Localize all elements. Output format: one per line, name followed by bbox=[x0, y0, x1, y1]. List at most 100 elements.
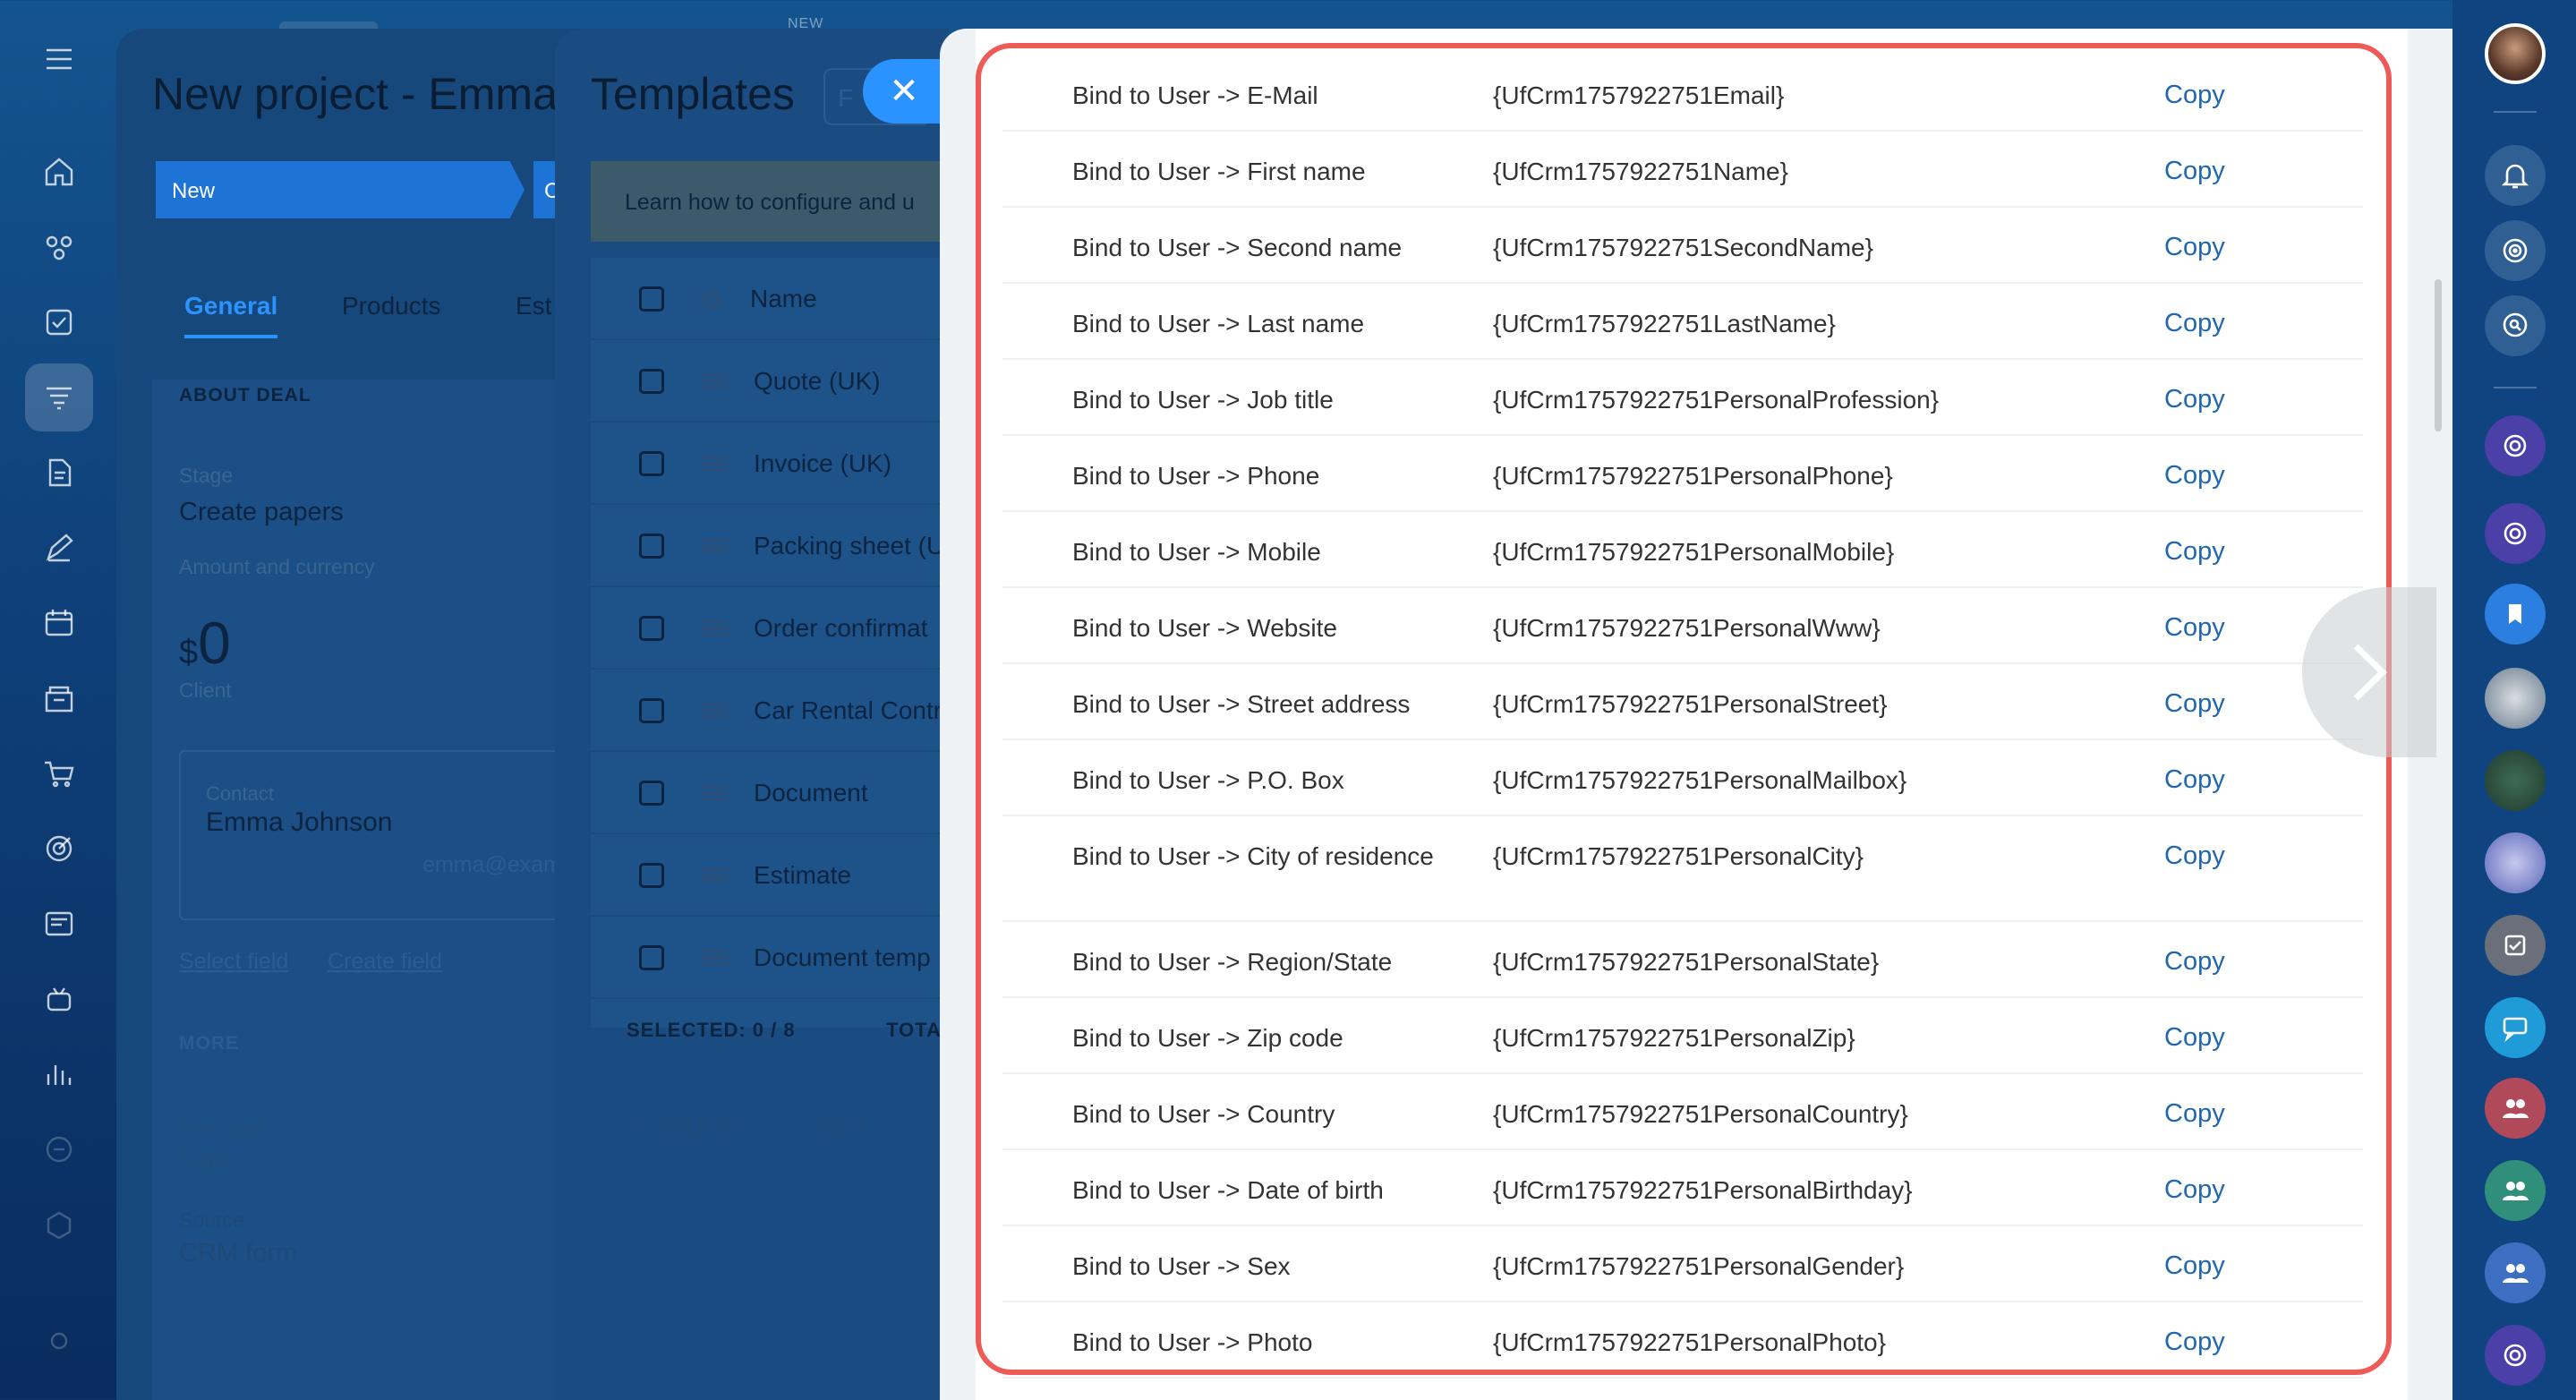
row-checkbox[interactable] bbox=[639, 698, 664, 723]
gear-icon[interactable]: ⚙ bbox=[698, 283, 724, 317]
copy-button[interactable]: Copy bbox=[2164, 309, 2225, 338]
copy-button[interactable]: Copy bbox=[2164, 461, 2225, 491]
row-checkbox[interactable] bbox=[639, 451, 664, 476]
template-name[interactable]: Estimate bbox=[754, 861, 851, 890]
create-field-link[interactable]: Create field bbox=[328, 949, 442, 975]
select-field-link[interactable]: Select field bbox=[179, 949, 288, 975]
row-checkbox[interactable] bbox=[639, 781, 664, 806]
robot-icon[interactable] bbox=[25, 965, 93, 1033]
table-row[interactable]: Document bbox=[591, 752, 949, 834]
template-name[interactable]: Car Rental Contr bbox=[754, 696, 942, 725]
template-name[interactable]: Document temp bbox=[754, 943, 931, 972]
row-checkbox[interactable] bbox=[639, 945, 664, 970]
table-row[interactable]: Document temp bbox=[591, 917, 949, 999]
copy-button[interactable]: Copy bbox=[2164, 1251, 2225, 1281]
user-avatar[interactable] bbox=[2485, 23, 2546, 84]
template-name[interactable]: Order confirmat bbox=[754, 614, 928, 643]
tab-estimates[interactable]: Est bbox=[516, 292, 551, 320]
copy-button[interactable]: Copy bbox=[2164, 1023, 2225, 1053]
sign-icon[interactable] bbox=[25, 514, 93, 582]
box-icon[interactable] bbox=[25, 1191, 93, 1259]
template-name[interactable]: Document bbox=[754, 779, 868, 807]
marketing-icon[interactable] bbox=[25, 1115, 93, 1183]
tab-general[interactable]: General bbox=[184, 292, 277, 320]
analytics-icon[interactable] bbox=[25, 1040, 93, 1108]
copy-button[interactable]: Copy bbox=[2164, 157, 2225, 186]
documents-icon[interactable] bbox=[25, 439, 93, 507]
tasks-icon[interactable] bbox=[25, 288, 93, 356]
menu-icon[interactable] bbox=[25, 25, 93, 93]
target-icon[interactable] bbox=[25, 815, 93, 883]
table-row[interactable]: Estimate bbox=[591, 834, 949, 917]
template-name[interactable]: Packing sheet (U bbox=[754, 532, 944, 560]
table-row[interactable]: Packing sheet (U bbox=[591, 505, 949, 587]
close-button[interactable]: ✕ bbox=[863, 59, 945, 124]
copy-button[interactable]: Copy bbox=[2164, 1327, 2225, 1357]
amount-value[interactable]: $0 bbox=[179, 609, 231, 677]
contact-name[interactable]: Emma Johnson bbox=[206, 807, 392, 838]
chat-search-icon[interactable] bbox=[2485, 295, 2546, 356]
copy-button[interactable]: Copy bbox=[2164, 689, 2225, 719]
calendar-icon[interactable] bbox=[25, 589, 93, 657]
people-icon[interactable] bbox=[2485, 1078, 2546, 1139]
group-avatar[interactable] bbox=[2485, 832, 2546, 893]
delete-button[interactable]: ✕ DELETE bbox=[632, 1117, 738, 1140]
contact-email[interactable]: emma@exam bbox=[422, 852, 562, 878]
templates-hint[interactable]: Learn how to configure and u bbox=[591, 161, 949, 242]
chat-icon[interactable] bbox=[2485, 997, 2546, 1058]
stage-new[interactable]: New bbox=[156, 161, 525, 218]
copy-button[interactable]: Copy bbox=[2164, 81, 2225, 110]
table-row[interactable]: Car Rental Contr bbox=[591, 670, 949, 752]
edit-button[interactable]: ✎ EDIT bbox=[795, 1117, 867, 1140]
drag-handle-icon[interactable] bbox=[702, 539, 729, 553]
row-checkbox[interactable] bbox=[639, 534, 664, 559]
stage-value[interactable]: Create papers bbox=[179, 498, 344, 527]
bell-icon[interactable] bbox=[2485, 145, 2546, 206]
copy-button[interactable]: Copy bbox=[2164, 841, 2225, 871]
table-row[interactable]: Order confirmat bbox=[591, 587, 949, 670]
people-icon[interactable] bbox=[2485, 1160, 2546, 1221]
tab-products[interactable]: Products bbox=[342, 292, 441, 320]
checklist-icon[interactable] bbox=[2485, 915, 2546, 976]
table-row[interactable]: Invoice (UK) bbox=[591, 423, 949, 505]
crm-funnel-icon[interactable] bbox=[25, 363, 93, 431]
row-checkbox[interactable] bbox=[639, 369, 664, 394]
collab-icon[interactable] bbox=[25, 213, 93, 281]
drag-handle-icon[interactable] bbox=[702, 868, 729, 883]
copy-button[interactable]: Copy bbox=[2164, 385, 2225, 414]
drag-handle-icon[interactable] bbox=[702, 704, 729, 718]
store-icon[interactable] bbox=[25, 664, 93, 732]
drag-handle-icon[interactable] bbox=[702, 951, 729, 965]
channel-icon[interactable] bbox=[2485, 503, 2546, 564]
copy-button[interactable]: Copy bbox=[2164, 947, 2225, 977]
bookmark-icon[interactable] bbox=[2485, 584, 2546, 645]
copy-button[interactable]: Copy bbox=[2164, 765, 2225, 795]
row-checkbox[interactable] bbox=[639, 616, 664, 641]
source-value[interactable]: CRM form bbox=[179, 1239, 297, 1268]
settings-icon[interactable] bbox=[25, 1307, 93, 1375]
home-icon[interactable] bbox=[25, 138, 93, 206]
deal-type-value[interactable]: Sales bbox=[179, 1148, 244, 1177]
template-name[interactable]: Invoice (UK) bbox=[754, 449, 891, 478]
table-row[interactable]: Quote (UK) bbox=[591, 340, 949, 423]
drag-handle-icon[interactable] bbox=[702, 786, 729, 800]
copy-button[interactable]: Copy bbox=[2164, 1175, 2225, 1205]
scrollbar[interactable] bbox=[2435, 279, 2442, 431]
inbox-icon[interactable] bbox=[25, 890, 93, 958]
template-name[interactable]: Quote (UK) bbox=[754, 367, 881, 396]
copy-button[interactable]: Copy bbox=[2164, 1099, 2225, 1129]
target-icon[interactable] bbox=[2485, 220, 2546, 281]
people-icon[interactable] bbox=[2485, 1242, 2546, 1303]
drag-handle-icon[interactable] bbox=[702, 457, 729, 471]
contact-avatar[interactable] bbox=[2485, 668, 2546, 729]
row-checkbox[interactable] bbox=[639, 863, 664, 888]
copy-button[interactable]: Copy bbox=[2164, 537, 2225, 567]
drag-handle-icon[interactable] bbox=[702, 374, 729, 388]
copy-button[interactable]: Copy bbox=[2164, 233, 2225, 262]
contact-avatar[interactable] bbox=[2485, 750, 2546, 811]
select-all-checkbox[interactable] bbox=[639, 286, 664, 312]
copy-button[interactable]: Copy bbox=[2164, 613, 2225, 643]
channel-icon[interactable] bbox=[2485, 1325, 2546, 1386]
cart-icon[interactable] bbox=[25, 739, 93, 807]
channel-icon[interactable] bbox=[2485, 415, 2546, 476]
